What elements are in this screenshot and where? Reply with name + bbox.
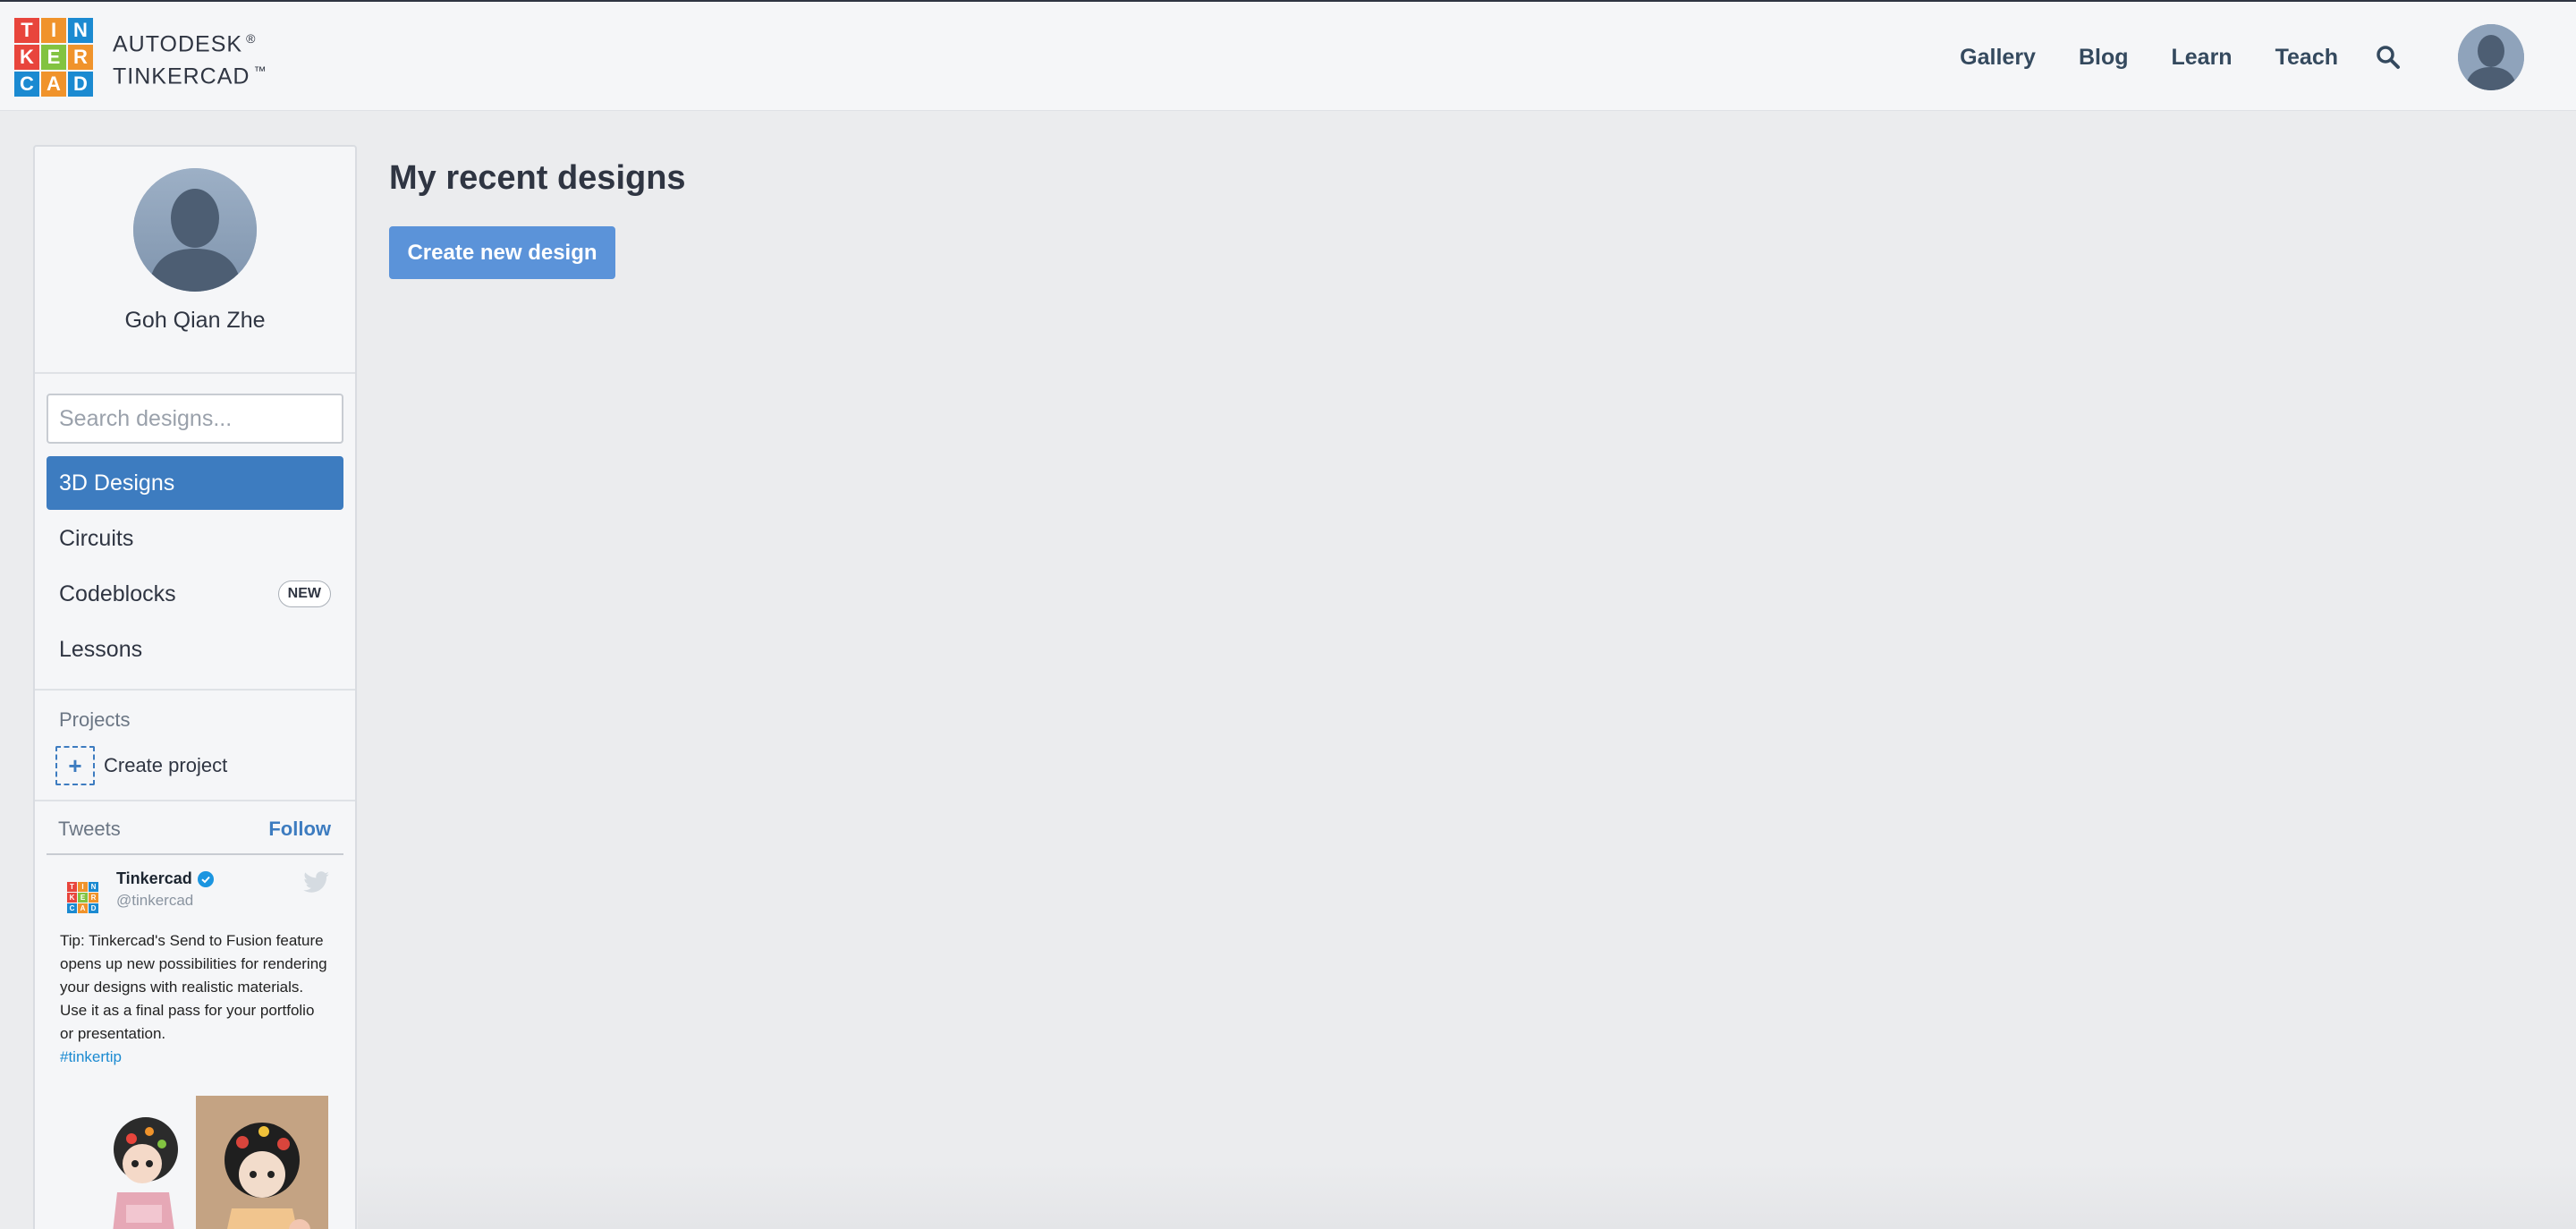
- menu-item-label: Lessons: [59, 636, 143, 662]
- new-badge: NEW: [277, 581, 331, 607]
- create-project-button[interactable]: + Create project: [55, 746, 331, 785]
- logo-line-autodesk: AUTODESK ®: [113, 25, 267, 57]
- logo-letter: A: [41, 72, 66, 97]
- logo-line-tinkercad: TINKERCAD ™: [113, 57, 267, 89]
- logo-letter: C: [14, 72, 39, 97]
- tinkercad-logo[interactable]: T I N K E R C A D AUTODESK ® TINKERCAD ™: [14, 18, 267, 97]
- page-title: My recent designs: [389, 159, 686, 197]
- main-nav: Gallery Blog Learn Teach: [1960, 2, 2576, 113]
- menu-item-label: Circuits: [59, 525, 134, 551]
- profile-card: Goh Qian Zhe: [35, 168, 355, 374]
- menu-item-label: 3D Designs: [59, 470, 175, 496]
- bottom-fade: [358, 1163, 2576, 1229]
- logo-letter: I: [41, 18, 66, 43]
- logo-letter-grid: T I N K E R C A D: [14, 18, 93, 97]
- menu-item-circuits[interactable]: Circuits: [47, 512, 343, 565]
- avatar-silhouette-icon: [133, 168, 257, 292]
- logo-autodesk-text: AUTODESK: [113, 31, 243, 56]
- logo-wordmark: AUTODESK ® TINKERCAD ™: [113, 25, 267, 90]
- logo-letter: D: [68, 72, 93, 97]
- nav-teach[interactable]: Teach: [2275, 45, 2338, 71]
- search-icon[interactable]: [2376, 45, 2401, 70]
- tweet-handle: @tinkercad: [116, 892, 194, 909]
- design-type-menu: 3D Designs Circuits Codeblocks NEW Lesso…: [35, 456, 355, 676]
- plus-icon: +: [55, 746, 95, 785]
- tweet-card: TIN KER CAD Tinkercad @tinkercad Tip: Ti…: [35, 855, 355, 1229]
- tweet-image-figurine-photo: [196, 1096, 328, 1229]
- tinkercad-dashboard: T I N K E R C A D AUTODESK ® TINKERCAD ™ G…: [0, 0, 2576, 1229]
- tinkercad-avatar-icon: TIN KER CAD: [67, 882, 98, 913]
- registered-mark: ®: [246, 30, 257, 46]
- follow-link[interactable]: Follow: [268, 818, 331, 841]
- tweet-media[interactable]: [60, 1096, 330, 1229]
- tweet-author[interactable]: TIN KER CAD Tinkercad @tinkercad: [60, 869, 330, 913]
- profile-avatar[interactable]: [133, 168, 257, 292]
- create-new-design-button[interactable]: Create new design: [389, 226, 615, 279]
- create-project-label: Create project: [104, 754, 228, 776]
- logo-tinkercad-text: TINKERCAD: [113, 64, 250, 89]
- design-search: [35, 374, 355, 456]
- verified-badge-icon: [197, 870, 214, 887]
- logo-letter: N: [68, 18, 93, 43]
- menu-item-codeblocks[interactable]: Codeblocks NEW: [47, 567, 343, 621]
- projects-heading: Projects: [59, 708, 131, 731]
- menu-item-3d-designs[interactable]: 3D Designs: [47, 456, 343, 510]
- projects-section: Projects + Create project: [35, 691, 355, 796]
- logo-letter: T: [14, 18, 39, 43]
- logo-letter: R: [68, 45, 93, 70]
- tweets-header: Tweets Follow: [47, 801, 343, 855]
- nav-blog[interactable]: Blog: [2079, 45, 2129, 71]
- tweet-name-row: Tinkercad: [116, 869, 214, 888]
- tweet-text: Tip: Tinkercad's Send to Fusion feature …: [60, 929, 330, 1069]
- search-designs-input[interactable]: [47, 394, 343, 444]
- avatar-silhouette-icon: [2458, 24, 2524, 90]
- logo-letter: E: [41, 45, 66, 70]
- profile-name: Goh Qian Zhe: [124, 308, 266, 333]
- tweets-heading: Tweets: [58, 818, 121, 840]
- menu-item-label: Codeblocks: [59, 581, 176, 606]
- sidebar: Goh Qian Zhe 3D Designs Circuits Codeblo…: [33, 145, 357, 1229]
- nav-learn[interactable]: Learn: [2172, 45, 2233, 71]
- user-avatar[interactable]: [2458, 24, 2524, 90]
- twitter-bird-icon[interactable]: [303, 871, 330, 894]
- tweet-image-figurine-render: [60, 1096, 196, 1229]
- tweet-author-name: Tinkercad: [116, 869, 192, 887]
- tweet-names: Tinkercad @tinkercad: [116, 869, 214, 910]
- top-navigation-bar: T I N K E R C A D AUTODESK ® TINKERCAD ™ G…: [0, 0, 2576, 111]
- logo-letter: K: [14, 45, 39, 70]
- nav-gallery[interactable]: Gallery: [1960, 45, 2036, 71]
- trademark-mark: ™: [253, 64, 267, 78]
- tweet-hashtag-link[interactable]: #tinkertip: [60, 1046, 330, 1069]
- tweet-body: Tip: Tinkercad's Send to Fusion feature …: [60, 932, 327, 1042]
- menu-item-lessons[interactable]: Lessons: [47, 623, 343, 676]
